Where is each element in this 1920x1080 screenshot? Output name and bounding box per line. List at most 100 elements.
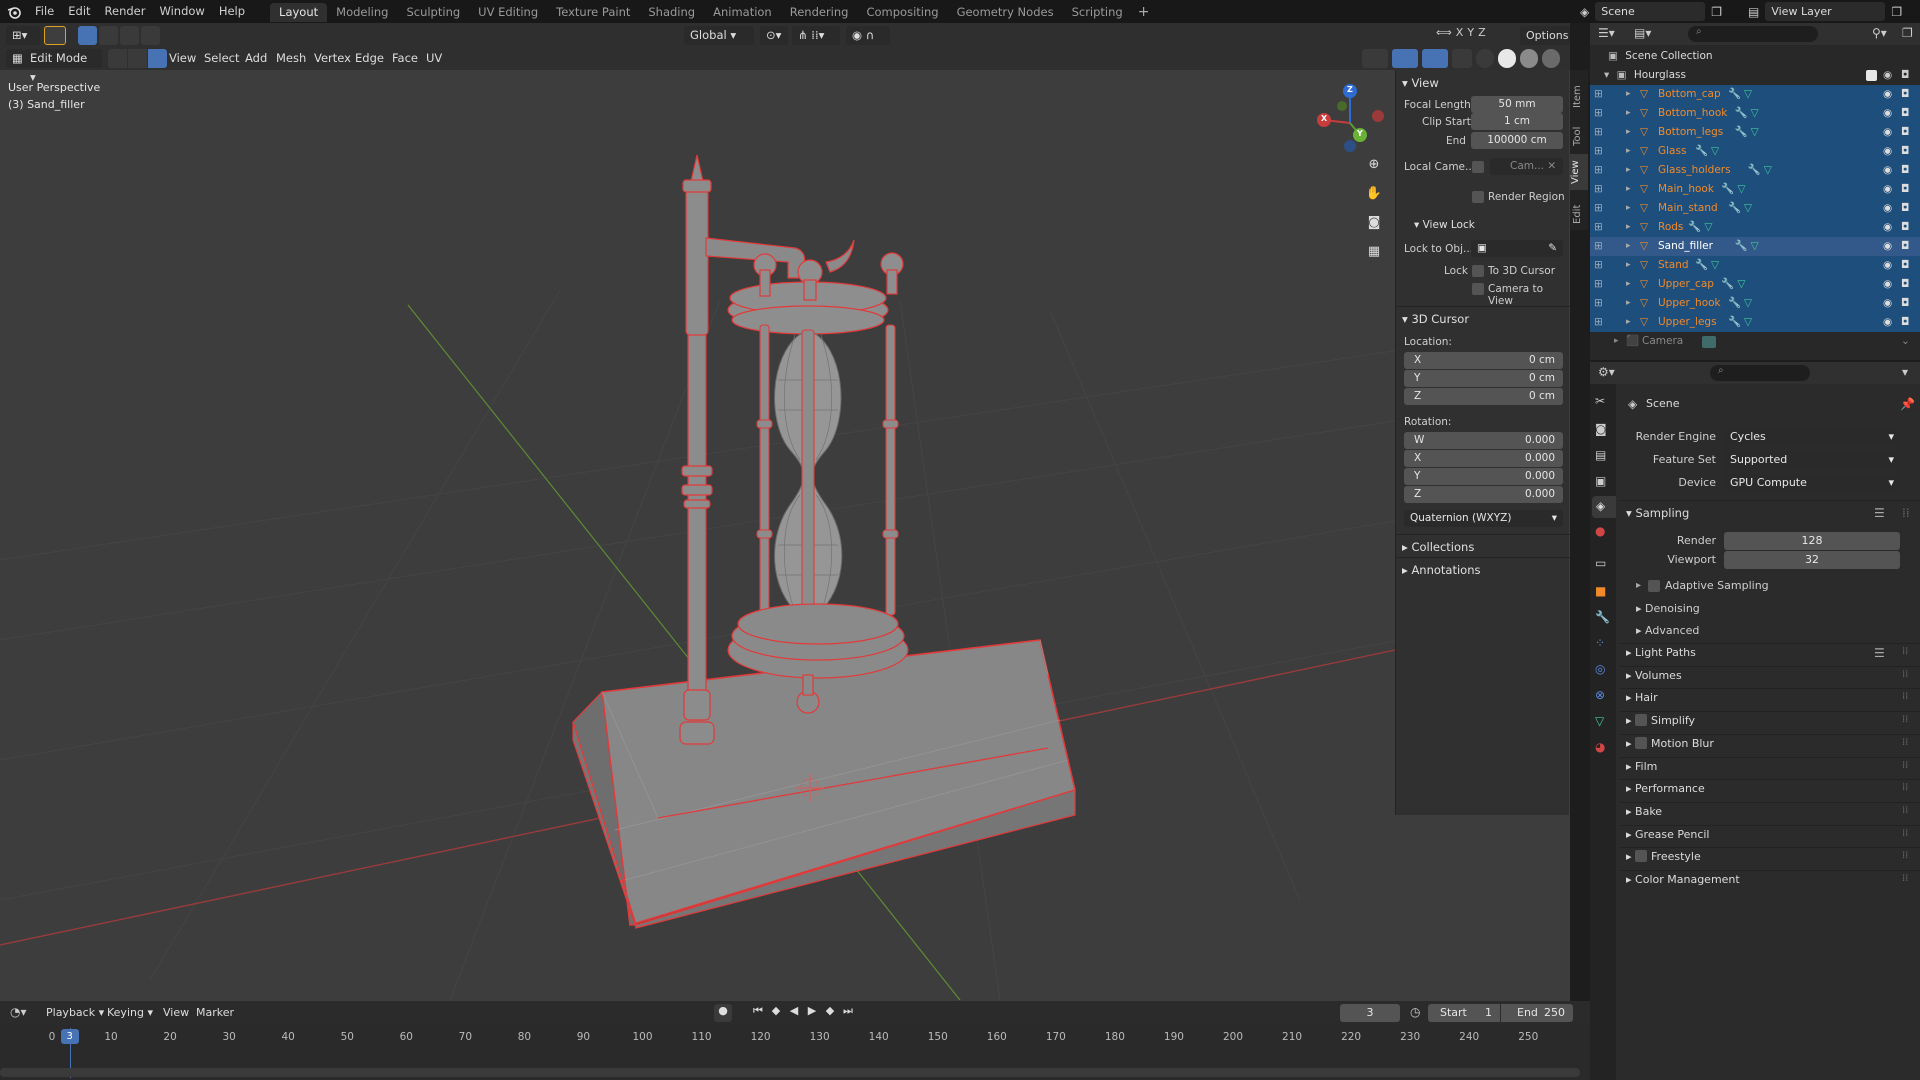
pan-hand-icon[interactable]: ✋ bbox=[1364, 186, 1384, 206]
outliner-search-input[interactable]: ⌕ bbox=[1688, 26, 1818, 42]
timeline-view-menu[interactable]: View bbox=[163, 1006, 189, 1019]
local-camera-field[interactable]: Cam... ✕ bbox=[1490, 158, 1563, 175]
drag-handle-icon[interactable]: ⁞⁞ bbox=[1902, 782, 1908, 793]
options-dropdown[interactable]: Options ▾ bbox=[1520, 26, 1570, 61]
properties-section-header[interactable]: ▸ Freestyle bbox=[1626, 850, 1701, 863]
eyedropper-icon[interactable]: ✎ bbox=[1548, 240, 1557, 257]
select-tool-icon[interactable] bbox=[44, 26, 66, 45]
modifier-icon[interactable]: 🔧 bbox=[1735, 123, 1748, 142]
modifier-icon[interactable]: 🔧 bbox=[1721, 180, 1734, 199]
modifier-icon[interactable]: 🔧 bbox=[1688, 218, 1701, 237]
properties-editor-icon[interactable]: ⚙▾ bbox=[1598, 365, 1615, 379]
tab-layout[interactable]: Layout bbox=[270, 3, 328, 22]
camera-render-icon[interactable]: ◘ bbox=[1901, 85, 1909, 104]
eye-icon[interactable]: ◉ bbox=[1883, 66, 1892, 85]
3d-cursor-panel-header[interactable]: ▾ 3D Cursor bbox=[1402, 312, 1469, 326]
modifier-icon[interactable]: 🔧 bbox=[1728, 313, 1741, 332]
edge-select-icon[interactable] bbox=[128, 49, 147, 68]
expand-arrow-icon[interactable]: ▸ bbox=[1626, 237, 1631, 256]
outliner-object-row[interactable]: ⊞ ▸ ▽ Upper_hook 🔧 ▽ ◉ ◘ bbox=[1590, 294, 1920, 313]
mesh-data-icon[interactable]: ▽ bbox=[1737, 180, 1745, 199]
expand-arrow-icon[interactable]: ▸ bbox=[1626, 275, 1631, 294]
tab-uv-editing[interactable]: UV Editing bbox=[469, 3, 547, 22]
menu-edge[interactable]: Edge bbox=[355, 50, 384, 67]
view-layer-field[interactable]: View Layer bbox=[1765, 2, 1886, 21]
marker-menu[interactable]: Marker bbox=[196, 1006, 234, 1019]
properties-section-header[interactable]: ▸ Light Paths bbox=[1626, 646, 1696, 659]
menu-edit[interactable]: Edit bbox=[61, 0, 97, 23]
display-mode-icon[interactable]: ▤▾ bbox=[1634, 26, 1651, 40]
edit-mode-icon[interactable]: ⊞ bbox=[1594, 275, 1603, 294]
section-checkbox[interactable] bbox=[1635, 850, 1648, 863]
eye-icon[interactable]: ◉ bbox=[1883, 313, 1892, 332]
tab-rendering[interactable]: Rendering bbox=[781, 3, 858, 22]
select-invert-icon[interactable] bbox=[141, 26, 160, 45]
select-new-icon[interactable] bbox=[78, 26, 97, 45]
properties-section-header[interactable]: ▸ Volumes bbox=[1626, 669, 1682, 682]
zoom-icon[interactable]: ⊕ bbox=[1364, 157, 1384, 177]
camera-render-icon[interactable]: ◘ bbox=[1901, 275, 1909, 294]
edit-mode-icon[interactable]: ⊞ bbox=[1594, 180, 1603, 199]
properties-section-header[interactable]: ▸ Motion Blur bbox=[1626, 736, 1714, 750]
modifier-icon[interactable]: 🔧 bbox=[1735, 237, 1748, 256]
xray-icon[interactable] bbox=[1452, 49, 1472, 68]
tab-compositing[interactable]: Compositing bbox=[857, 3, 947, 22]
mirror-icon[interactable]: ⟺ bbox=[1436, 26, 1452, 39]
keying-menu[interactable]: Keying ▾ bbox=[107, 1006, 153, 1019]
collection-tab-icon[interactable]: ▭ bbox=[1595, 556, 1606, 570]
drag-handle-icon[interactable]: ⁞⁞ bbox=[1902, 760, 1908, 771]
sampling-panel-header[interactable]: ▾ Sampling bbox=[1626, 506, 1689, 520]
camera-render-icon[interactable]: ◘ bbox=[1901, 66, 1909, 85]
collection-checkbox[interactable] bbox=[1866, 70, 1877, 81]
outliner-object-row[interactable]: ⊞ ▸ ▽ Glass 🔧 ▽ ◉ ◘ bbox=[1590, 142, 1920, 161]
navigation-gizmo[interactable]: Z X Y bbox=[1310, 78, 1400, 178]
mesh-data-icon[interactable]: ▽ bbox=[1751, 104, 1759, 123]
presets-icon[interactable]: ☰ bbox=[1874, 646, 1885, 660]
camera-data-icon[interactable] bbox=[1702, 336, 1716, 348]
lock-to-cursor-checkbox[interactable] bbox=[1472, 265, 1484, 277]
menu-face[interactable]: Face bbox=[392, 50, 418, 67]
gizmo-icon[interactable] bbox=[1392, 49, 1418, 68]
expand-arrow-icon[interactable]: ▸ bbox=[1626, 218, 1631, 237]
playhead-frame-badge[interactable]: 3 bbox=[60, 1029, 79, 1044]
modifier-icon[interactable]: 🔧 bbox=[1721, 275, 1734, 294]
eye-icon[interactable]: ◉ bbox=[1883, 218, 1892, 237]
tab-geometry-nodes[interactable]: Geometry Nodes bbox=[948, 3, 1063, 22]
view-layer-icon[interactable]: ▤ bbox=[1748, 5, 1759, 19]
properties-section-header[interactable]: ▸ Color Management bbox=[1626, 873, 1740, 886]
filter-icon[interactable]: ⚲▾ bbox=[1872, 26, 1887, 40]
current-frame-field[interactable]: 3 bbox=[1340, 1004, 1400, 1022]
mirror-z-toggle[interactable]: Z bbox=[1478, 26, 1486, 39]
edit-mode-icon[interactable]: ⊞ bbox=[1594, 237, 1603, 256]
outliner-object-row[interactable]: ⊞ ▸ ▽ Bottom_hook 🔧 ▽ ◉ ◘ bbox=[1590, 104, 1920, 123]
tab-edit[interactable]: Edit bbox=[1572, 194, 1583, 224]
eye-icon[interactable]: ◉ bbox=[1883, 123, 1892, 142]
eye-icon[interactable]: ◉ bbox=[1883, 180, 1892, 199]
wireframe-shading-icon[interactable] bbox=[1476, 49, 1494, 68]
menu-uv[interactable]: UV bbox=[426, 50, 442, 67]
focal-length-field[interactable]: 50 mm bbox=[1471, 96, 1563, 113]
drag-handle-icon[interactable]: ⁞⁞ bbox=[1902, 669, 1908, 680]
mesh-data-icon[interactable]: ▽ bbox=[1711, 142, 1719, 161]
record-icon[interactable]: ● bbox=[714, 1004, 732, 1022]
cursor-rotation-z[interactable]: Z 0.000 bbox=[1404, 486, 1563, 503]
next-keyframe-icon[interactable]: ◆ bbox=[822, 1004, 838, 1022]
clock-icon[interactable]: ◷ bbox=[1410, 1005, 1420, 1019]
feature-set-dropdown[interactable]: Supported ▾ bbox=[1724, 451, 1900, 469]
particles-tab-icon[interactable]: ⁘ bbox=[1595, 636, 1605, 650]
adaptive-expand-icon[interactable]: ▸ bbox=[1636, 580, 1641, 591]
outliner-collection-row[interactable]: ▾ ▣ Hourglass ◉ ◘ bbox=[1590, 66, 1920, 85]
mesh-data-icon[interactable]: ▽ bbox=[1751, 237, 1759, 256]
drag-handle-icon[interactable]: ⁞⁞ bbox=[1902, 691, 1908, 702]
mesh-data-icon[interactable]: ▽ bbox=[1744, 313, 1752, 332]
clear-icon[interactable]: ✕ bbox=[1547, 160, 1556, 172]
drag-handle-icon[interactable]: ⁞⁞ bbox=[1902, 506, 1910, 520]
outliner-object-row[interactable]: ⊞ ▸ ▽ Bottom_cap 🔧 ▽ ◉ ◘ bbox=[1590, 85, 1920, 104]
camera-render-icon[interactable]: ◘ bbox=[1901, 218, 1909, 237]
edit-mode-icon[interactable]: ⊞ bbox=[1594, 123, 1603, 142]
mode-icon[interactable]: ▦ bbox=[6, 49, 24, 68]
cursor-rotation-x[interactable]: X 0.000 bbox=[1404, 450, 1563, 467]
output-tab-icon[interactable]: ▤ bbox=[1595, 448, 1606, 462]
prev-keyframe-icon[interactable]: ◆ bbox=[768, 1004, 784, 1022]
edit-mode-icon[interactable]: ⊞ bbox=[1594, 161, 1603, 180]
